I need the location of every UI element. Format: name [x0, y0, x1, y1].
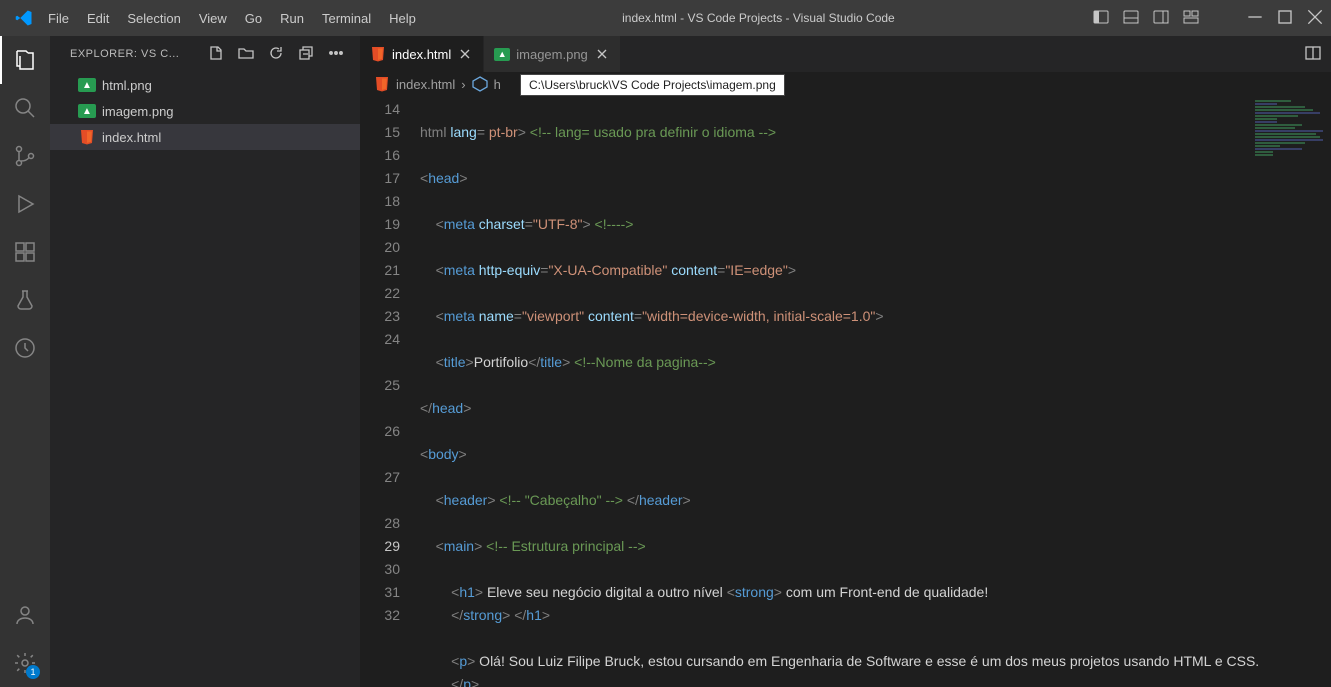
- activity-explorer[interactable]: [0, 36, 50, 84]
- tab-close-icon[interactable]: [457, 46, 473, 62]
- file-label: imagem.png: [102, 104, 174, 119]
- symbol-icon: [472, 76, 488, 92]
- breadcrumb[interactable]: index.html › h C:\Users\bruck\VS Code Pr…: [360, 72, 1331, 96]
- new-folder-icon[interactable]: [238, 45, 254, 64]
- image-file-icon: ▲: [78, 104, 96, 118]
- file-label: html.png: [102, 78, 152, 93]
- file-label: index.html: [102, 130, 161, 145]
- explorer-header: EXPLORER: VS C...: [50, 36, 360, 72]
- editor-body[interactable]: 1415161718192021222324 25 26 27 28293031…: [360, 96, 1331, 687]
- line-numbers: 1415161718192021222324 25 26 27 28293031…: [360, 96, 420, 687]
- menu-terminal[interactable]: Terminal: [314, 7, 379, 30]
- title-bar: File Edit Selection View Go Run Terminal…: [0, 0, 1331, 36]
- layout-sidebar-right-icon[interactable]: [1153, 9, 1169, 28]
- activity-extensions[interactable]: [0, 228, 50, 276]
- split-editor-icon[interactable]: [1305, 45, 1321, 64]
- menu-bar: File Edit Selection View Go Run Terminal…: [40, 7, 424, 30]
- activity-account[interactable]: [0, 591, 50, 639]
- breadcrumb-file: index.html: [396, 77, 455, 92]
- explorer-title: EXPLORER: VS C...: [70, 48, 179, 60]
- tab-label: imagem.png: [516, 47, 588, 62]
- settings-badge: 1: [26, 665, 40, 679]
- close-icon[interactable]: [1307, 9, 1323, 28]
- editor-area: index.html ▲ imagem.png index.html › h C…: [360, 36, 1331, 687]
- menu-run[interactable]: Run: [272, 7, 312, 30]
- layout-sidebar-left-icon[interactable]: [1093, 9, 1109, 28]
- menu-view[interactable]: View: [191, 7, 235, 30]
- title-controls: [1093, 9, 1323, 28]
- activity-source-control[interactable]: [0, 132, 50, 180]
- code-content[interactable]: html lang= pt-br> <!-- lang= usado pra d…: [420, 96, 1331, 687]
- file-html-png[interactable]: ▲ html.png: [50, 72, 360, 98]
- new-file-icon[interactable]: [208, 45, 224, 64]
- html-file-icon: [78, 130, 96, 144]
- activity-timeline[interactable]: [0, 324, 50, 372]
- image-file-icon: ▲: [494, 46, 510, 62]
- minimize-icon[interactable]: [1247, 9, 1263, 28]
- file-index-html[interactable]: index.html: [50, 124, 360, 150]
- activity-settings[interactable]: 1: [0, 639, 50, 687]
- refresh-icon[interactable]: [268, 45, 284, 64]
- hover-tooltip: C:\Users\bruck\VS Code Projects\imagem.p…: [520, 74, 785, 96]
- activity-search[interactable]: [0, 84, 50, 132]
- menu-edit[interactable]: Edit: [79, 7, 117, 30]
- menu-selection[interactable]: Selection: [119, 7, 188, 30]
- image-file-icon: ▲: [78, 78, 96, 92]
- chevron-right-icon: ›: [461, 77, 465, 92]
- layout-customize-icon[interactable]: [1183, 9, 1199, 28]
- breadcrumb-symbol: h: [494, 77, 501, 92]
- menu-file[interactable]: File: [40, 7, 77, 30]
- tab-close-icon[interactable]: [594, 46, 610, 62]
- html-file-icon: [374, 76, 390, 92]
- activity-testing[interactable]: [0, 276, 50, 324]
- file-imagem-png[interactable]: ▲ imagem.png: [50, 98, 360, 124]
- collapse-all-icon[interactable]: [298, 45, 314, 64]
- vscode-logo: [8, 9, 40, 27]
- tab-index-html[interactable]: index.html: [360, 36, 484, 72]
- activity-bar: 1: [0, 36, 50, 687]
- file-tree: ▲ html.png ▲ imagem.png index.html: [50, 72, 360, 150]
- menu-help[interactable]: Help: [381, 7, 424, 30]
- tab-label: index.html: [392, 47, 451, 62]
- maximize-icon[interactable]: [1277, 9, 1293, 28]
- editor-tabs: index.html ▲ imagem.png: [360, 36, 1331, 72]
- activity-run-debug[interactable]: [0, 180, 50, 228]
- more-icon[interactable]: [328, 45, 344, 64]
- window-title: index.html - VS Code Projects - Visual S…: [424, 11, 1093, 25]
- html-file-icon: [370, 46, 386, 62]
- main-area: 1 EXPLORER: VS C... ▲ html.png ▲ imagem.…: [0, 36, 1331, 687]
- explorer-sidebar: EXPLORER: VS C... ▲ html.png ▲ imagem.pn…: [50, 36, 360, 687]
- minimap[interactable]: [1251, 96, 1331, 276]
- layout-panel-icon[interactable]: [1123, 9, 1139, 28]
- menu-go[interactable]: Go: [237, 7, 270, 30]
- tab-imagem-png[interactable]: ▲ imagem.png: [484, 36, 621, 72]
